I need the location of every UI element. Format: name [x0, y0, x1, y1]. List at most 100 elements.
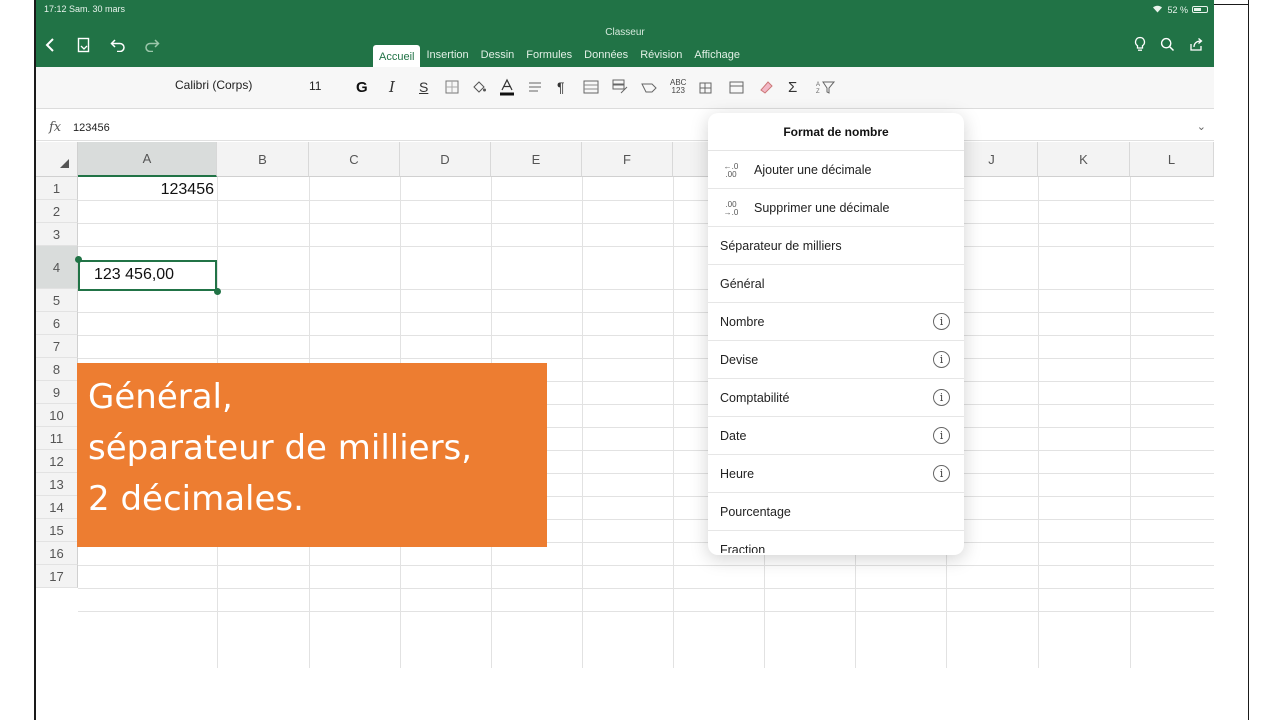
back-chevron-icon[interactable] — [42, 36, 58, 54]
cell-styles-icon[interactable] — [612, 77, 628, 97]
search-icon[interactable] — [1160, 37, 1175, 57]
tab-donnees[interactable]: Données — [578, 43, 634, 67]
callout-line-2: séparateur de milliers, — [88, 428, 473, 468]
underline-button[interactable]: S — [419, 77, 428, 97]
tab-dessin[interactable]: Dessin — [475, 43, 521, 67]
row-header-12[interactable]: 12 — [36, 450, 78, 473]
info-icon[interactable]: i — [933, 465, 950, 482]
grid-line — [673, 177, 674, 668]
insert-cells-icon[interactable] — [698, 77, 716, 97]
grid-line — [582, 177, 583, 668]
row-header-7[interactable]: 7 — [36, 335, 78, 358]
grid-line — [1038, 177, 1039, 668]
row-header-4[interactable]: 4 — [36, 246, 78, 289]
borders-icon[interactable] — [445, 77, 459, 97]
tab-formules[interactable]: Formules — [520, 43, 578, 67]
percent-format-item[interactable]: Pourcentage — [708, 493, 964, 531]
column-header-e[interactable]: E — [491, 142, 582, 177]
selection-handle-top-left[interactable] — [75, 256, 82, 263]
row-header-1[interactable]: 1 — [36, 177, 78, 200]
svg-text:Z: Z — [816, 89, 820, 95]
nav-left-group — [42, 36, 160, 54]
formula-bar[interactable]: fx 123456 ⌄ — [36, 115, 1214, 141]
row-header-10[interactable]: 10 — [36, 404, 78, 427]
autosum-button[interactable]: Σ — [788, 77, 797, 97]
chevron-down-icon[interactable]: ⌄ — [1197, 120, 1206, 133]
row-header-13[interactable]: 13 — [36, 473, 78, 496]
tab-affichage[interactable]: Affichage — [688, 43, 746, 67]
info-icon[interactable]: i — [933, 427, 950, 444]
undo-icon[interactable] — [110, 36, 126, 54]
format-painter-icon[interactable] — [640, 77, 658, 97]
italic-button[interactable]: I — [389, 77, 395, 97]
file-icon[interactable] — [76, 36, 92, 54]
currency-format-item[interactable]: Devise i — [708, 341, 964, 379]
row-header-5[interactable]: 5 — [36, 289, 78, 312]
info-icon[interactable]: i — [933, 389, 950, 406]
bold-button[interactable]: G — [356, 77, 368, 97]
cell-a1[interactable]: 123456 — [78, 179, 216, 201]
tab-accueil[interactable]: Accueil — [373, 45, 421, 67]
tab-insertion[interactable]: Insertion — [420, 43, 474, 67]
battery-percent: 52 % — [1167, 4, 1188, 15]
font-name-select[interactable]: Calibri (Corps) — [175, 78, 252, 92]
thousands-separator-item[interactable]: Séparateur de milliers — [708, 227, 964, 265]
column-header-f[interactable]: F — [582, 142, 673, 177]
wifi-icon — [1152, 4, 1163, 15]
formula-input[interactable]: 123456 — [73, 122, 110, 134]
status-indicators: 52 % — [1152, 4, 1208, 15]
general-format-item[interactable]: Général — [708, 265, 964, 303]
info-icon[interactable]: i — [933, 313, 950, 330]
merge-cells-icon[interactable] — [583, 77, 599, 97]
date-format-item[interactable]: Date i — [708, 417, 964, 455]
lightbulb-icon[interactable] — [1134, 36, 1146, 57]
ribbon-tabs: Accueil Insertion Dessin Formules Donnée… — [373, 41, 746, 67]
thousands-separator-label: Séparateur de milliers — [720, 239, 842, 253]
row-header-17[interactable]: 17 — [36, 565, 78, 588]
row-header-2[interactable]: 2 — [36, 200, 78, 223]
clear-eraser-icon[interactable] — [758, 77, 774, 97]
row-header-3[interactable]: 3 — [36, 223, 78, 246]
row-header-14[interactable]: 14 — [36, 496, 78, 519]
add-decimal-item[interactable]: ←.0.00 Ajouter une décimale — [708, 151, 964, 189]
column-header-a[interactable]: A — [78, 142, 217, 177]
row-header-9[interactable]: 9 — [36, 381, 78, 404]
remove-decimal-item[interactable]: .00 →.0 Supprimer une décimale — [708, 189, 964, 227]
column-header-c[interactable]: C — [309, 142, 400, 177]
wrap-text-icon[interactable]: ¶ — [557, 77, 565, 97]
delete-cells-icon[interactable] — [728, 77, 746, 97]
font-color-icon[interactable] — [499, 77, 515, 97]
share-icon[interactable] — [1189, 37, 1204, 57]
select-all-corner[interactable] — [36, 142, 78, 177]
column-header-d[interactable]: D — [400, 142, 491, 177]
selection-handle-bottom-right[interactable] — [214, 288, 221, 295]
column-header-b[interactable]: B — [217, 142, 309, 177]
grid-line — [78, 289, 1214, 290]
tab-revision[interactable]: Révision — [634, 43, 688, 67]
annotation-callout: Général, séparateur de milliers, 2 décim… — [77, 363, 547, 547]
row-header-8[interactable]: 8 — [36, 358, 78, 381]
fill-color-icon[interactable] — [471, 77, 487, 97]
column-header-k[interactable]: K — [1038, 142, 1130, 177]
cell-a4-selected[interactable]: 123 456,00 — [78, 260, 217, 291]
row-header-11[interactable]: 11 — [36, 427, 78, 450]
time-format-label: Heure — [720, 467, 755, 481]
font-size-select[interactable]: 11 — [309, 79, 321, 93]
row-header-6[interactable]: 6 — [36, 312, 78, 335]
fraction-format-item[interactable]: Fraction — [708, 531, 964, 553]
row-header-15[interactable]: 15 — [36, 519, 78, 542]
svg-text:A: A — [816, 82, 820, 88]
column-header-l[interactable]: L — [1130, 142, 1214, 177]
redo-icon[interactable] — [144, 36, 160, 54]
row-header-16[interactable]: 16 — [36, 542, 78, 565]
callout-line-1: Général, — [88, 377, 233, 417]
info-icon[interactable]: i — [933, 351, 950, 368]
sort-filter-icon[interactable]: AZ — [816, 77, 836, 97]
align-icon[interactable] — [528, 77, 542, 97]
remove-decimal-label: Supprimer une décimale — [754, 201, 890, 215]
number-format-button[interactable]: ABC 123 — [670, 77, 686, 97]
number-format-item[interactable]: Nombre i — [708, 303, 964, 341]
time-format-item[interactable]: Heure i — [708, 455, 964, 493]
grid-line — [78, 358, 1214, 359]
accounting-format-item[interactable]: Comptabilité i — [708, 379, 964, 417]
